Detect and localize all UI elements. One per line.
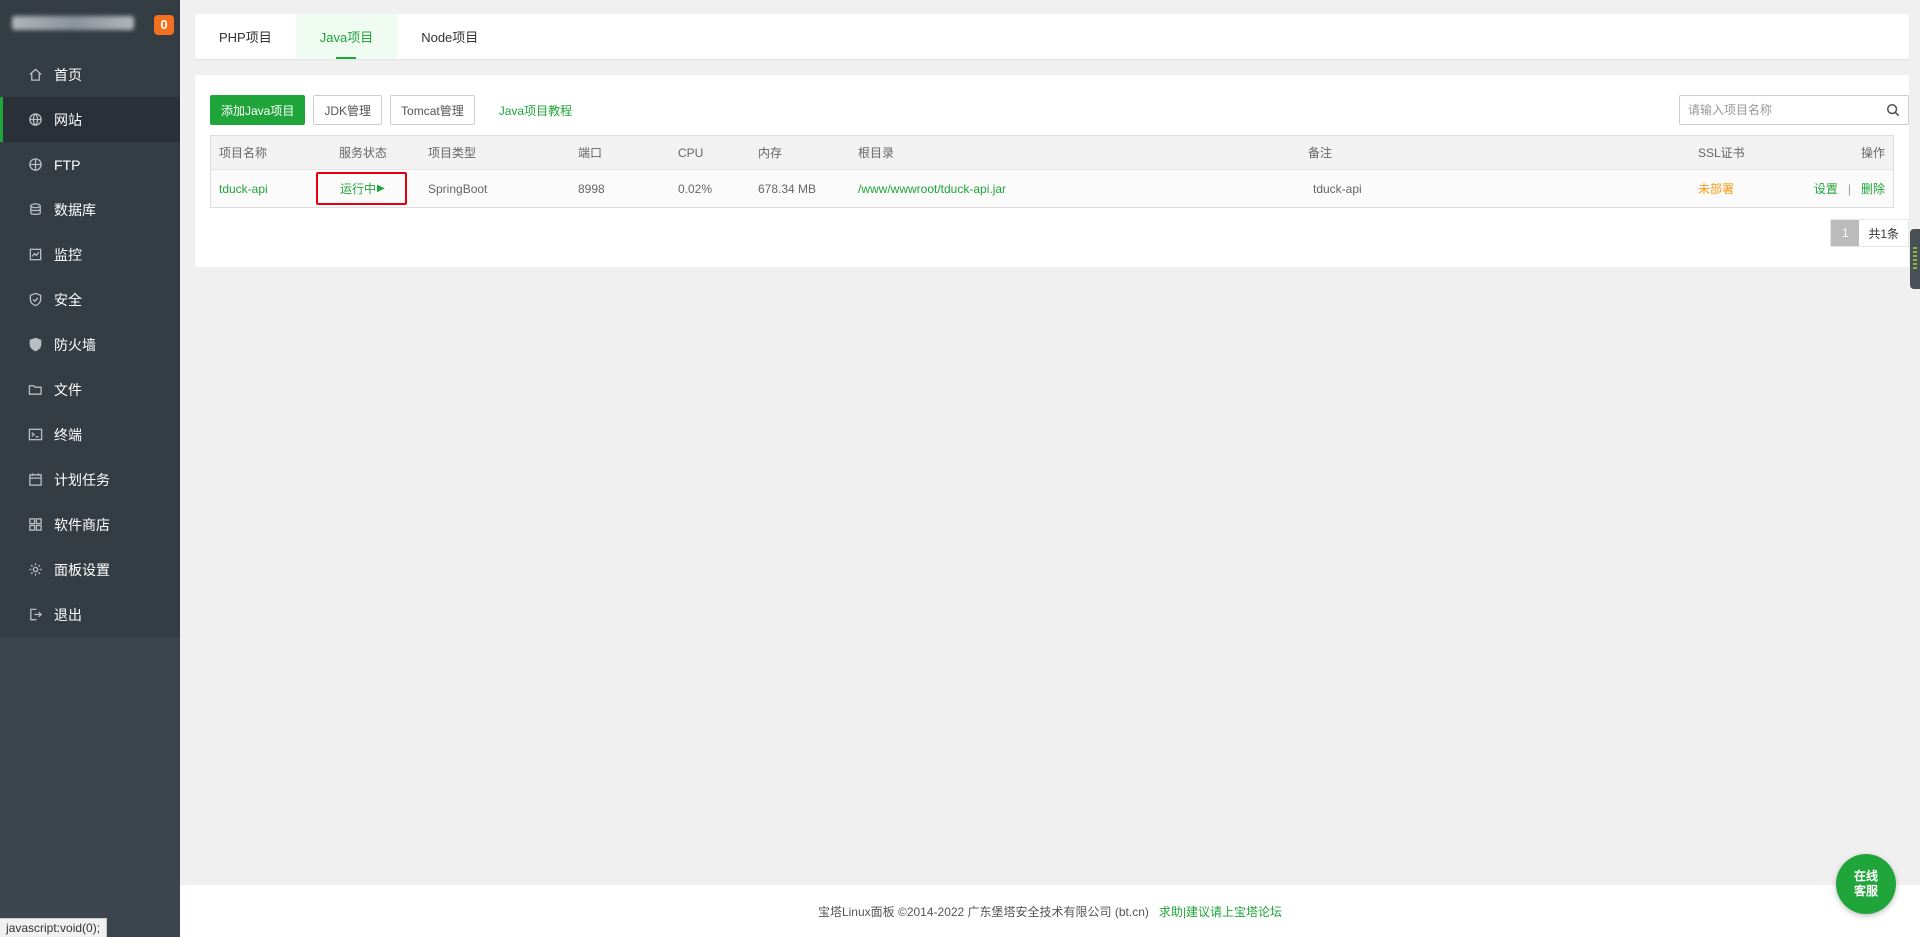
sidebar-item-monitor[interactable]: 监控 <box>0 232 180 277</box>
sidebar-item-label: 终端 <box>54 426 82 443</box>
sidebar-item-logout[interactable]: 退出 <box>0 592 180 637</box>
sidebar-item-label: 防火墙 <box>54 336 96 353</box>
sidebar-item-label: FTP <box>54 156 81 173</box>
search-icon[interactable] <box>1878 96 1908 124</box>
tab-php[interactable]: PHP项目 <box>195 14 296 59</box>
delete-link[interactable]: 删除 <box>1861 180 1885 197</box>
sidebar-item-terminal[interactable]: 终端 <box>0 412 180 457</box>
sidebar-item-home[interactable]: 首页 <box>0 52 180 97</box>
search-input[interactable] <box>1680 96 1878 124</box>
chat-label-line2: 客服 <box>1853 884 1878 898</box>
online-support-button[interactable]: 在线 客服 <box>1836 854 1896 914</box>
status-text: 运行中 <box>340 182 377 196</box>
header-root: 根目录 <box>858 146 895 160</box>
sidebar-item-label: 退出 <box>54 606 82 623</box>
sidebar-item-firewall[interactable]: 防火墙 <box>0 322 180 367</box>
project-type: SpringBoot <box>428 181 488 196</box>
shield-icon <box>27 292 43 308</box>
tab-java[interactable]: Java项目 <box>295 14 398 59</box>
page-current[interactable]: 1 <box>1831 220 1860 246</box>
ftp-icon <box>27 157 43 173</box>
settings-link[interactable]: 设置 <box>1814 180 1838 197</box>
ops-separator: | <box>1847 181 1851 196</box>
sidebar-item-label: 首页 <box>54 66 82 83</box>
globe-icon <box>27 112 43 128</box>
table-row: tduck-api 运行中 ▶ SpringBoot 8998 0.02% 678… <box>211 170 1893 207</box>
header-memory: 内存 <box>758 146 783 160</box>
footer-copyright: 宝塔Linux面板 ©2014-2022 广东堡塔安全技术有限公司 (bt.cn… <box>817 904 1149 919</box>
project-memory: 678.34 MB <box>758 181 817 196</box>
project-remark[interactable]: tduck-api <box>1313 170 1362 207</box>
header-name[interactable]: 项目名称 <box>219 136 267 169</box>
notification-badge[interactable]: 0 <box>154 15 174 35</box>
sidebar-header: 0 <box>0 0 180 50</box>
sidebar-item-website[interactable]: 网站 <box>0 97 180 142</box>
sidebar-item-database[interactable]: 数据库 <box>0 187 180 232</box>
sidebar-menu: 首页 网站 FTP 数据库 监控 安全 防火墙 文件 终端 计划任务 软件商店 … <box>0 50 180 637</box>
folder-icon <box>27 382 43 398</box>
project-name-link[interactable]: tduck-api <box>219 170 268 207</box>
sidebar-item-label: 数据库 <box>54 201 96 218</box>
home-icon <box>27 67 43 83</box>
project-panel: 添加Java项目 JDK管理 Tomcat管理 Java项目教程 项目名称 服务… <box>195 75 1909 267</box>
sidebar-item-label: 计划任务 <box>54 471 110 488</box>
project-search <box>1679 95 1909 125</box>
java-tutorial-link[interactable]: Java项目教程 <box>499 102 572 119</box>
pagination: 1 共1条 <box>1830 219 1909 247</box>
project-cpu: 0.02% <box>678 181 713 196</box>
apps-icon <box>27 517 43 533</box>
header-port: 端口 <box>578 146 603 160</box>
tab-node[interactable]: Node项目 <box>397 14 502 59</box>
sidebar-item-ftp[interactable]: FTP <box>0 142 180 187</box>
server-name-blurred <box>12 16 134 30</box>
database-icon <box>27 202 43 218</box>
forum-help-link[interactable]: 求助|建议请上宝塔论坛 <box>1159 903 1282 920</box>
sidebar-item-settings[interactable]: 面板设置 <box>0 547 180 592</box>
side-panel-handle[interactable] <box>1910 229 1920 289</box>
add-java-project-button[interactable]: 添加Java项目 <box>210 95 306 125</box>
footer: 宝塔Linux面板 ©2014-2022 广东堡塔安全技术有限公司 (bt.cn… <box>180 885 1920 937</box>
project-type-tabs: PHP项目 Java项目 Node项目 <box>195 14 1909 59</box>
header-ssl: SSL证书 <box>1698 146 1745 160</box>
header-ops: 操作 <box>1860 146 1885 160</box>
project-port: 8998 <box>578 181 605 196</box>
logout-icon <box>27 607 43 623</box>
play-icon: ▶ <box>377 183 385 194</box>
browser-status-tooltip: javascript:void(0); <box>0 918 108 937</box>
project-table: 项目名称 服务状态 项目类型 端口 CPU 内存 根目录 备注 SSL证书 操作… <box>210 135 1894 208</box>
header-status: 服务状态 <box>339 146 388 160</box>
sidebar-item-security[interactable]: 安全 <box>0 277 180 322</box>
sidebar-item-label: 文件 <box>54 381 82 398</box>
header-type: 项目类型 <box>428 146 477 160</box>
row-operations: 设置 | 删除 <box>1814 170 1885 207</box>
monitor-icon <box>27 247 43 263</box>
header-cpu: CPU <box>678 145 704 160</box>
sidebar-item-label: 面板设置 <box>54 561 110 578</box>
sidebar-item-files[interactable]: 文件 <box>0 367 180 412</box>
sidebar-item-cron[interactable]: 计划任务 <box>0 457 180 502</box>
calendar-icon <box>27 472 43 488</box>
tomcat-manage-button[interactable]: Tomcat管理 <box>390 95 475 125</box>
sidebar: 0 首页 网站 FTP 数据库 监控 安全 防火墙 文件 终端 计划任务 软件商… <box>0 0 180 937</box>
sidebar-item-label: 网站 <box>54 111 82 128</box>
ssl-status-link[interactable]: 未部署 <box>1698 170 1734 207</box>
chat-label-line1: 在线 <box>1853 869 1878 883</box>
page-total: 共1条 <box>1859 220 1908 246</box>
project-root-link[interactable]: /www/wwwroot/tduck-api.jar <box>858 170 1006 207</box>
sidebar-item-label: 软件商店 <box>54 516 110 533</box>
firewall-icon <box>27 337 43 353</box>
jdk-manage-button[interactable]: JDK管理 <box>313 95 383 125</box>
header-remark: 备注 <box>1308 146 1333 160</box>
table-header: 项目名称 服务状态 项目类型 端口 CPU 内存 根目录 备注 SSL证书 操作 <box>211 136 1893 170</box>
terminal-icon <box>27 427 43 443</box>
gear-icon <box>27 562 43 578</box>
toolbar: 添加Java项目 JDK管理 Tomcat管理 Java项目教程 <box>210 95 572 125</box>
service-status-toggle[interactable]: 运行中 ▶ <box>316 172 407 205</box>
sidebar-item-label: 监控 <box>54 246 82 263</box>
sidebar-item-store[interactable]: 软件商店 <box>0 502 180 547</box>
sidebar-item-label: 安全 <box>54 291 82 308</box>
